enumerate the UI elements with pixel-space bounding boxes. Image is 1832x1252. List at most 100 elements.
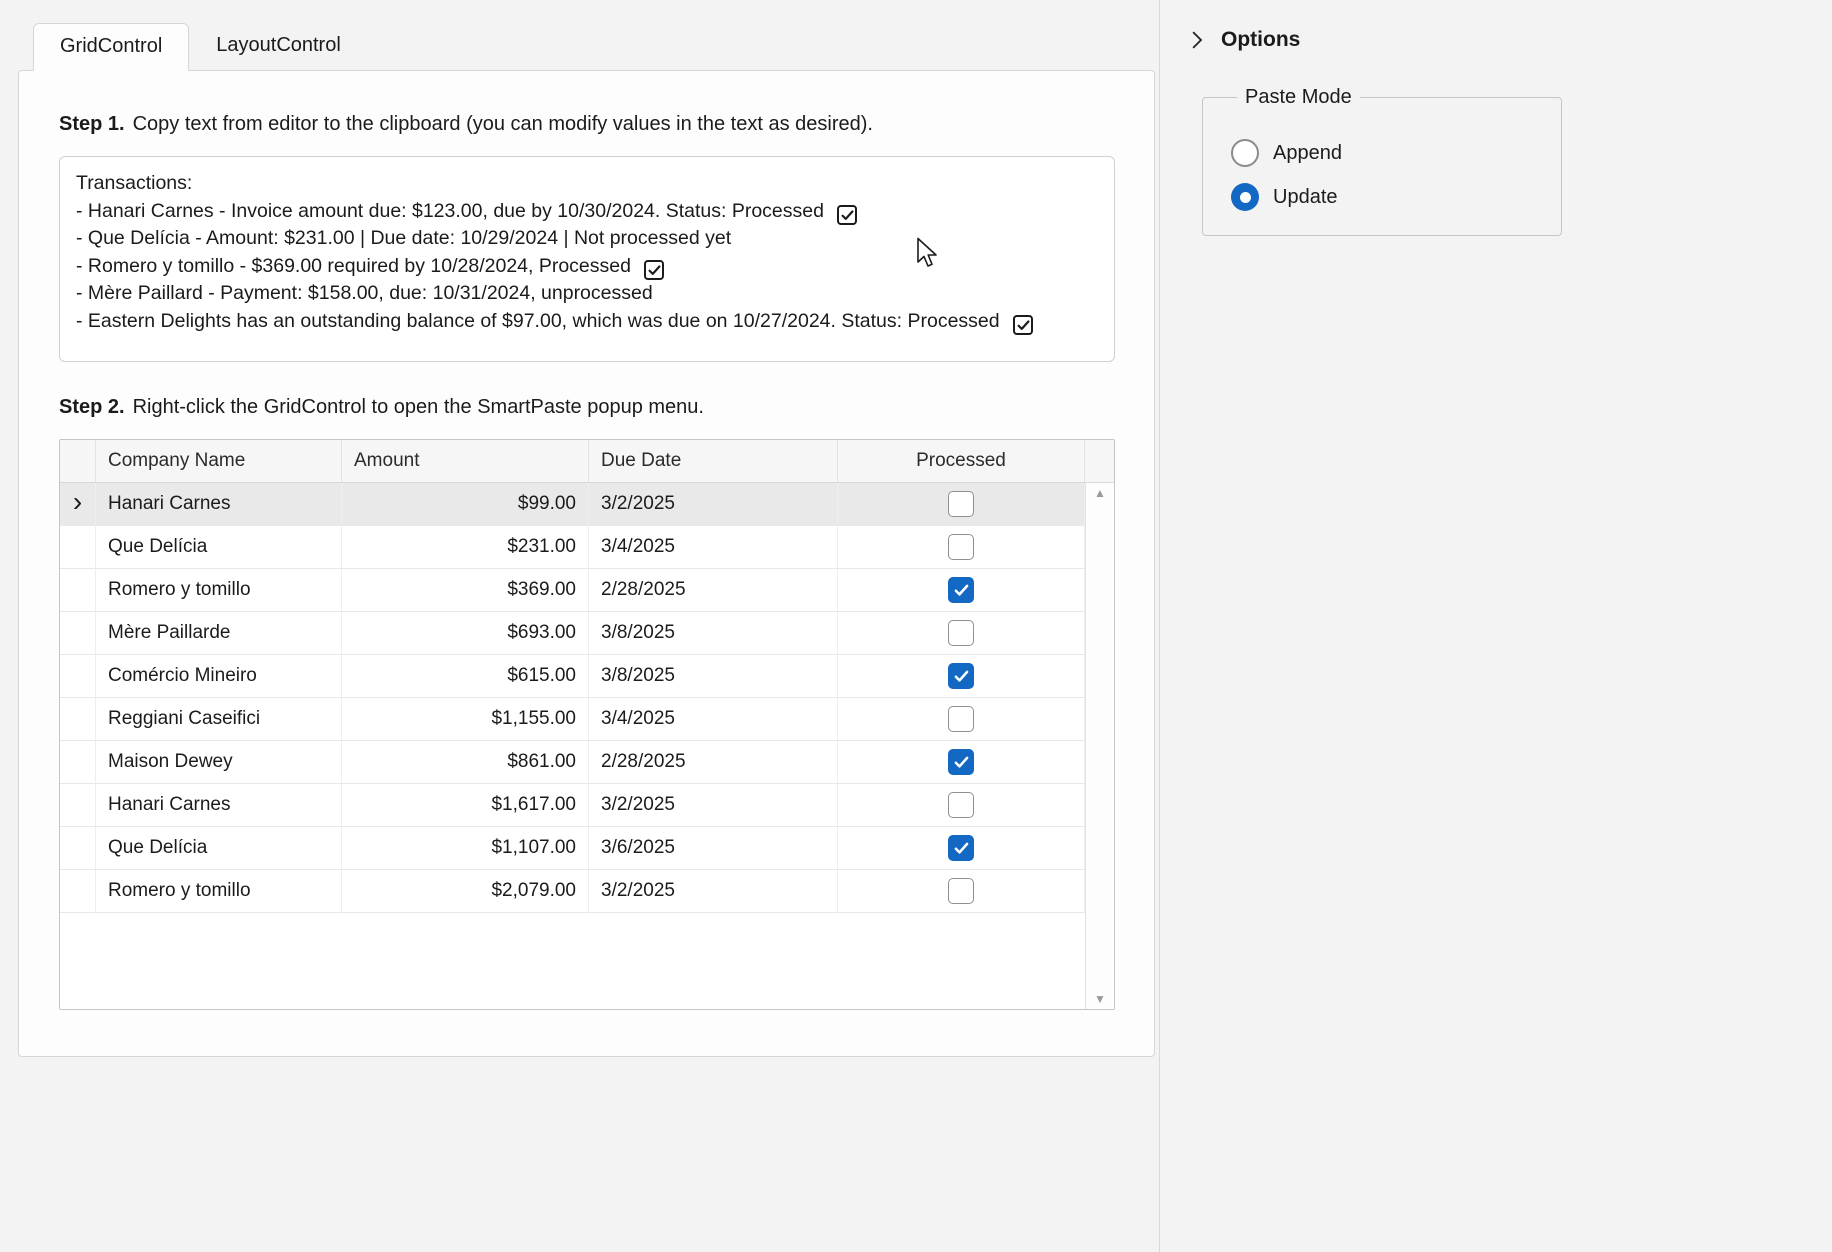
row-indicator [60,827,96,870]
processed-checkbox[interactable] [948,878,974,904]
cell-amount[interactable]: $99.00 [342,483,589,526]
editor-line: - Romero y tomillo - $369.00 required by… [76,253,1098,281]
cell-company-name[interactable]: Maison Dewey [96,741,342,784]
grid-row[interactable]: Romero y tomillo$2,079.003/2/2025 [60,870,1085,913]
row-indicator [60,526,96,569]
row-indicator [60,698,96,741]
tab-content-panel: Step 1.Copy text from editor to the clip… [18,70,1155,1057]
cell-due-date[interactable]: 3/8/2025 [589,655,838,698]
cell-processed[interactable] [838,827,1085,870]
cell-due-date[interactable]: 2/28/2025 [589,741,838,784]
row-indicator [60,741,96,784]
step1-label: Step 1. [59,113,125,135]
cell-processed[interactable] [838,741,1085,784]
radio-append-icon[interactable] [1231,139,1259,167]
processed-checkbox[interactable] [948,706,974,732]
cell-processed[interactable] [838,698,1085,741]
scroll-down-icon[interactable]: ▼ [1094,993,1106,1005]
processed-checkbox[interactable] [948,663,974,689]
cell-amount[interactable]: $1,155.00 [342,698,589,741]
cell-processed[interactable] [838,784,1085,827]
transactions-editor[interactable]: Transactions:- Hanari Carnes - Invoice a… [59,156,1115,362]
cell-company-name[interactable]: Reggiani Caseifici [96,698,342,741]
cell-amount[interactable]: $369.00 [342,569,589,612]
step2-text: Step 2.Right-click the GridControl to op… [59,396,1114,419]
text-checkbox-icon [644,260,664,280]
options-header: Options [1186,28,1808,52]
processed-checkbox[interactable] [948,835,974,861]
cell-amount[interactable]: $231.00 [342,526,589,569]
header-indicator-cell [60,440,96,482]
row-indicator [60,784,96,827]
processed-checkbox[interactable] [948,491,974,517]
text-checkbox-icon [837,205,857,225]
cell-due-date[interactable]: 3/2/2025 [589,870,838,913]
radio-update-icon[interactable] [1231,183,1259,211]
processed-checkbox[interactable] [948,620,974,646]
cell-amount[interactable]: $861.00 [342,741,589,784]
tab-layoutcontrol-label: LayoutControl [216,34,341,56]
radio-append[interactable]: Append [1231,139,1561,167]
cell-processed[interactable] [838,655,1085,698]
step2-label: Step 2. [59,396,125,418]
cell-due-date[interactable]: 2/28/2025 [589,569,838,612]
column-header-company-name[interactable]: Company Name [96,440,342,482]
collapse-chevron-icon[interactable] [1190,31,1203,49]
cell-due-date[interactable]: 3/4/2025 [589,526,838,569]
row-indicator [60,612,96,655]
cell-processed[interactable] [838,483,1085,526]
cell-amount[interactable]: $693.00 [342,612,589,655]
cell-company-name[interactable]: Romero y tomillo [96,870,342,913]
editor-line: - Hanari Carnes - Invoice amount due: $1… [76,198,1098,226]
column-header-amount[interactable]: Amount [342,440,589,482]
grid-row[interactable]: ›Hanari Carnes$99.003/2/2025 [60,483,1085,526]
row-indicator: › [60,483,96,526]
grid-row[interactable]: Reggiani Caseifici$1,155.003/4/2025 [60,698,1085,741]
cell-company-name[interactable]: Hanari Carnes [96,784,342,827]
grid-control: Company Name Amount Due Date Processed ›… [59,439,1115,1010]
processed-checkbox[interactable] [948,792,974,818]
grid-row[interactable]: Que Delícia$1,107.003/6/2025 [60,827,1085,870]
paste-mode-radio-list: Append Update [1231,139,1561,211]
grid-row[interactable]: Que Delícia$231.003/4/2025 [60,526,1085,569]
cell-processed[interactable] [838,569,1085,612]
grid-row[interactable]: Romero y tomillo$369.002/28/2025 [60,569,1085,612]
cell-company-name[interactable]: Comércio Mineiro [96,655,342,698]
cell-company-name[interactable]: Que Delícia [96,827,342,870]
grid-row[interactable]: Mère Paillarde$693.003/8/2025 [60,612,1085,655]
cell-processed[interactable] [838,526,1085,569]
options-panel: Options Paste Mode AppendUpdate [1160,0,1832,1252]
grid-rows: ›Hanari Carnes$99.003/2/2025Que Delícia$… [60,483,1085,1009]
cell-processed[interactable] [838,612,1085,655]
cell-processed[interactable] [838,870,1085,913]
cell-amount[interactable]: $2,079.00 [342,870,589,913]
scroll-up-icon[interactable]: ▲ [1094,487,1106,499]
tab-gridcontrol[interactable]: GridControl [33,23,189,71]
cell-due-date[interactable]: 3/2/2025 [589,784,838,827]
text-checkbox-icon [1013,315,1033,335]
cell-amount[interactable]: $615.00 [342,655,589,698]
grid-row[interactable]: Hanari Carnes$1,617.003/2/2025 [60,784,1085,827]
row-indicator [60,870,96,913]
cell-company-name[interactable]: Romero y tomillo [96,569,342,612]
column-header-due-date[interactable]: Due Date [589,440,838,482]
vertical-scrollbar[interactable]: ▲ ▼ [1085,483,1114,1009]
processed-checkbox[interactable] [948,749,974,775]
tab-layoutcontrol[interactable]: LayoutControl [189,22,368,70]
cell-due-date[interactable]: 3/8/2025 [589,612,838,655]
grid-row[interactable]: Comércio Mineiro$615.003/8/2025 [60,655,1085,698]
cell-due-date[interactable]: 3/6/2025 [589,827,838,870]
cell-company-name[interactable]: Mère Paillarde [96,612,342,655]
cell-company-name[interactable]: Que Delícia [96,526,342,569]
paste-mode-group: Paste Mode AppendUpdate [1202,86,1562,236]
grid-row[interactable]: Maison Dewey$861.002/28/2025 [60,741,1085,784]
cell-due-date[interactable]: 3/2/2025 [589,483,838,526]
processed-checkbox[interactable] [948,577,974,603]
radio-update[interactable]: Update [1231,183,1561,211]
cell-amount[interactable]: $1,107.00 [342,827,589,870]
cell-due-date[interactable]: 3/4/2025 [589,698,838,741]
cell-company-name[interactable]: Hanari Carnes [96,483,342,526]
processed-checkbox[interactable] [948,534,974,560]
column-header-processed[interactable]: Processed [838,440,1085,482]
cell-amount[interactable]: $1,617.00 [342,784,589,827]
